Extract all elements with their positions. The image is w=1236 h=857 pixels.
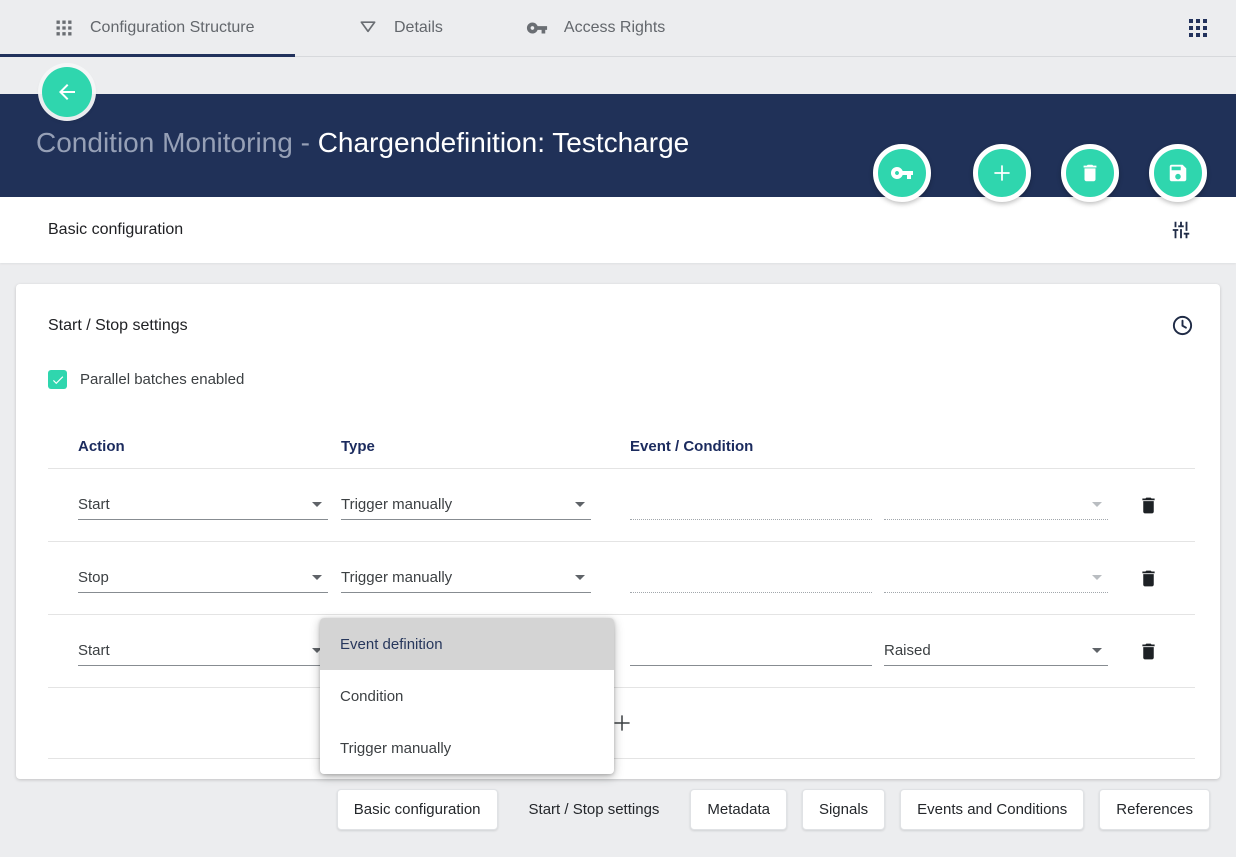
page-title: Condition Monitoring - Chargendefinition… [36, 127, 689, 159]
trash-icon [1138, 495, 1159, 516]
arrow-left-icon [55, 80, 79, 104]
header-actions [873, 144, 1207, 202]
chevron-down-icon [1092, 575, 1102, 580]
menu-item-trigger-manually[interactable]: Trigger manually [320, 722, 614, 774]
tab-access-rights[interactable]: Access Rights [526, 0, 665, 56]
bottom-section-nav: Basic configuration Start / Stop setting… [0, 789, 1210, 830]
trash-icon [1079, 162, 1101, 184]
state-select-value: Raised [884, 642, 931, 659]
check-icon [51, 373, 65, 387]
event-condition-field[interactable] [630, 490, 872, 520]
parallel-batches-checkbox[interactable] [48, 370, 67, 389]
add-row-container [48, 688, 1195, 759]
page-header: Condition Monitoring - Chargendefinition… [0, 94, 1236, 197]
bottom-tab-references[interactable]: References [1099, 789, 1210, 830]
apps-grid-icon [54, 18, 74, 38]
column-header-action: Action [78, 438, 341, 455]
page-title-main: Chargendefinition: Testcharge [318, 127, 690, 158]
action-select[interactable]: Start [78, 636, 328, 666]
event-condition-field[interactable] [630, 636, 872, 666]
apps-grid-icon [1186, 16, 1210, 40]
chevron-down-icon [1092, 648, 1102, 653]
bottom-tab-basic-configuration[interactable]: Basic configuration [337, 789, 498, 830]
chevron-down-icon [575, 502, 585, 507]
plus-icon [989, 160, 1015, 186]
floppy-disk-icon [1167, 162, 1189, 184]
bottom-tab-start-stop-settings[interactable]: Start / Stop settings [513, 789, 676, 830]
funnel-filter-icon [358, 18, 378, 38]
delete-row-button[interactable] [1138, 495, 1159, 516]
column-header-type: Type [341, 438, 630, 455]
trash-icon [1138, 568, 1159, 589]
chevron-down-icon [575, 575, 585, 580]
type-select-value: Trigger manually [341, 569, 452, 586]
parallel-batches-row: Parallel batches enabled [48, 370, 1220, 389]
type-select[interactable]: Trigger manually [341, 563, 591, 593]
settings-title: Start / Stop settings [48, 317, 188, 335]
clock-icon [1171, 314, 1194, 337]
access-key-button[interactable] [873, 144, 931, 202]
menu-item-condition[interactable]: Condition [320, 670, 614, 722]
tab-label: Access Rights [564, 19, 665, 37]
parallel-batches-label: Parallel batches enabled [80, 371, 244, 388]
page: Configuration Structure Details Access R… [0, 0, 1236, 857]
type-select[interactable]: Trigger manually [341, 490, 591, 520]
action-select-value: Start [78, 496, 110, 513]
tab-label: Configuration Structure [90, 19, 255, 37]
state-select[interactable] [884, 490, 1108, 520]
history-clock-button[interactable] [1171, 314, 1194, 337]
delete-row-button[interactable] [1138, 641, 1159, 662]
table-row: Start Raised [48, 615, 1195, 688]
basic-configuration-label: Basic configuration [48, 221, 183, 239]
chevron-down-icon [312, 502, 322, 507]
top-tab-bar: Configuration Structure Details Access R… [0, 0, 1236, 57]
key-icon [526, 17, 548, 39]
start-stop-settings-card: Start / Stop settings Parallel batches e… [16, 284, 1220, 779]
state-select[interactable]: Raised [884, 636, 1108, 666]
tab-details[interactable]: Details [358, 0, 443, 56]
start-stop-table: Action Type Event / Condition Start Trig… [48, 389, 1195, 759]
state-select[interactable] [884, 563, 1108, 593]
chevron-down-icon [312, 575, 322, 580]
chevron-down-icon [1092, 502, 1102, 507]
delete-button[interactable] [1061, 144, 1119, 202]
tab-label: Details [394, 19, 443, 37]
card-header: Start / Stop settings [16, 284, 1220, 337]
basic-configuration-bar: Basic configuration [0, 197, 1236, 263]
table-header-row: Action Type Event / Condition [48, 389, 1195, 469]
bottom-tab-metadata[interactable]: Metadata [690, 789, 787, 830]
add-button[interactable] [973, 144, 1031, 202]
type-dropdown-menu: Event definition Condition Trigger manua… [320, 618, 614, 774]
apps-menu-button[interactable] [1186, 16, 1210, 40]
tune-filters-button[interactable] [1170, 219, 1192, 241]
trash-icon [1138, 641, 1159, 662]
back-button[interactable] [42, 67, 92, 117]
bottom-tab-events-and-conditions[interactable]: Events and Conditions [900, 789, 1084, 830]
tune-sliders-icon [1170, 219, 1192, 241]
type-select-value: Trigger manually [341, 496, 452, 513]
action-select-value: Stop [78, 569, 109, 586]
bottom-tab-signals[interactable]: Signals [802, 789, 885, 830]
table-row: Stop Trigger manually [48, 542, 1195, 615]
event-condition-field[interactable] [630, 563, 872, 593]
action-select[interactable]: Stop [78, 563, 328, 593]
action-select-value: Start [78, 642, 110, 659]
delete-row-button[interactable] [1138, 568, 1159, 589]
key-icon [890, 161, 914, 185]
column-header-event-condition: Event / Condition [630, 438, 1195, 455]
table-row: Start Trigger manually [48, 469, 1195, 542]
tab-configuration-structure[interactable]: Configuration Structure [0, 0, 295, 56]
page-title-prefix: Condition Monitoring - [36, 127, 318, 158]
action-select[interactable]: Start [78, 490, 328, 520]
menu-item-event-definition[interactable]: Event definition [320, 618, 614, 670]
save-button[interactable] [1149, 144, 1207, 202]
